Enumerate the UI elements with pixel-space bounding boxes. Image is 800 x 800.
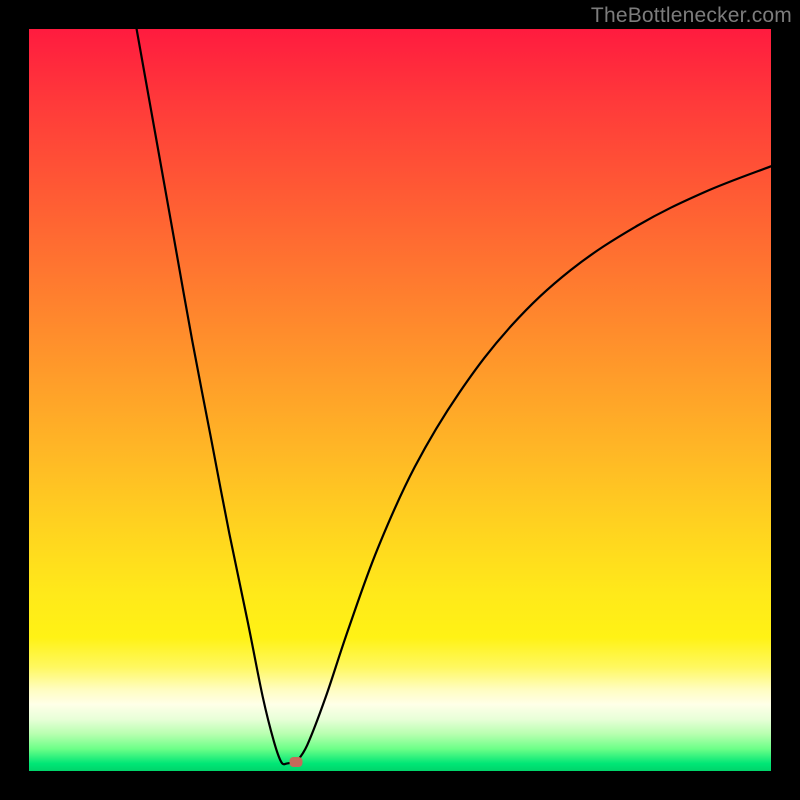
chart-container: TheBottlenecker.com	[0, 0, 800, 800]
watermark-text: TheBottlenecker.com	[591, 4, 792, 28]
bottleneck-curve	[29, 29, 771, 771]
optimum-marker	[290, 757, 303, 767]
plot-area	[29, 29, 771, 771]
